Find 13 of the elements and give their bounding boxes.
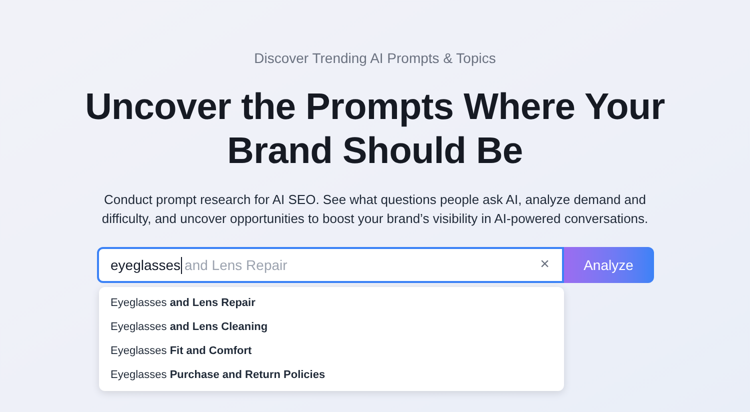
search-field[interactable]: eyeglasses and Lens Repair × — [96, 247, 564, 283]
description-text: Conduct prompt research for AI SEO. See what questions people ask AI, analyze demand and difficulty, and uncover opportunities to boost your brand’s visibility in AI-powered conversations. — [100, 191, 650, 228]
page-heading: Uncover the Prompts Where Your Brand Should Be — [85, 85, 665, 173]
typed-text: eyeglasses — [110, 256, 181, 275]
clear-button[interactable]: × — [540, 257, 550, 273]
autocomplete-hint: and Lens Repair — [184, 256, 288, 275]
suggestion-item[interactable]: Eyeglasses and Lens Repair — [98, 291, 564, 315]
text-caret — [180, 256, 182, 274]
analyze-button[interactable]: Analyze — [564, 247, 654, 283]
suggestion-item[interactable]: Eyeglasses and Lens Cleaning — [98, 315, 564, 339]
suggestion-item[interactable]: Eyeglasses Purchase and Return Policies — [98, 363, 564, 387]
suggestion-item[interactable]: Eyeglasses Fit and Comfort — [98, 339, 564, 363]
eyebrow-text: Discover Trending AI Prompts & Topics — [254, 49, 496, 68]
